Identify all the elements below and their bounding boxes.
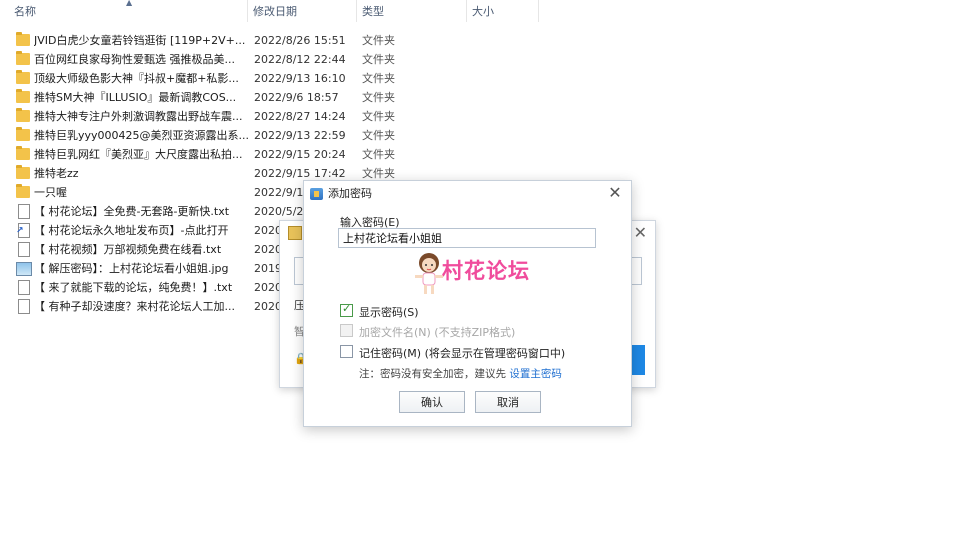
file-type: 文件夹 xyxy=(362,34,395,47)
file-name: 推特大神专注户外刺激调教露出野战车震... xyxy=(34,110,243,123)
file-name: 百位网红良家母狗性爱甄选 强推极品美... xyxy=(34,53,235,66)
folder-icon xyxy=(16,32,30,46)
folder-icon xyxy=(16,146,30,160)
folder-icon xyxy=(16,108,30,122)
file-name: 一只喔 xyxy=(34,186,67,199)
text-file-icon xyxy=(18,299,30,314)
file-name: 推特SM大神『ILLUSIO』最新调教COS... xyxy=(34,91,237,104)
archive-icon xyxy=(288,226,302,240)
show-password-checkbox[interactable] xyxy=(340,302,353,317)
logo-text: 村花论坛 xyxy=(442,259,530,283)
file-date: 2022/8/27 14:24 xyxy=(254,110,346,123)
add-password-dialog: 添加密码 ✕ 输入密码(E) 村花论坛 显示密码(S) 加密文件名(N) (不支… xyxy=(303,180,632,427)
encrypt-names-checkbox[interactable] xyxy=(340,324,353,337)
dialog-titlebar[interactable]: 添加密码 ✕ xyxy=(304,181,631,207)
cunhua-logo: 村花论坛 xyxy=(412,251,552,299)
file-date: 2022/8/12 22:44 xyxy=(254,53,346,66)
sort-up-icon: ▲ xyxy=(126,0,133,7)
file-type: 文件夹 xyxy=(362,72,395,85)
file-name: 【 来了就能下载的论坛，纯免费！】.txt xyxy=(34,281,233,294)
remember-password-checkbox[interactable] xyxy=(340,345,353,358)
file-name: 推特巨乳网红『美烈亚』大尺度露出私拍... xyxy=(34,148,243,161)
column-separator[interactable] xyxy=(247,0,248,22)
file-date: 2022/9/13 22:59 xyxy=(254,129,346,142)
password-input[interactable] xyxy=(338,228,596,248)
file-type: 文件夹 xyxy=(362,91,395,104)
column-name[interactable]: 名称 xyxy=(14,0,36,22)
encrypt-names-label: 加密文件名(N) (不支持ZIP格式) xyxy=(359,326,516,339)
file-date: 2022/9/13 16:10 xyxy=(254,72,346,85)
column-separator[interactable] xyxy=(466,0,467,22)
file-name: 【 解压密码】：上村花论坛看小姐姐.jpg xyxy=(34,262,229,275)
ok-button[interactable]: 确认 xyxy=(399,391,465,413)
folder-icon xyxy=(16,127,30,141)
column-size[interactable]: 大小 xyxy=(472,0,494,22)
remember-password-label[interactable]: 记住密码(M) (将会显示在管理密码窗口中) xyxy=(359,345,565,361)
security-note-text: 注：密码没有安全加密，建议先 xyxy=(359,368,506,380)
file-type: 文件夹 xyxy=(362,110,395,123)
folder-icon xyxy=(16,70,30,84)
dialog-title: 添加密码 xyxy=(328,187,372,200)
archive-icon xyxy=(310,188,323,200)
show-password-label[interactable]: 显示密码(S) xyxy=(359,304,419,320)
text-file-icon xyxy=(18,204,30,219)
file-name: 推特老zz xyxy=(34,167,79,180)
set-master-password-link[interactable]: 设置主密码 xyxy=(509,368,562,380)
file-date: 2022/9/6 18:57 xyxy=(254,91,339,104)
close-icon[interactable]: ✕ xyxy=(605,183,625,203)
file-date: 2022/9/15 20:24 xyxy=(254,148,346,161)
column-type[interactable]: 类型 xyxy=(362,0,384,22)
folder-icon xyxy=(16,89,30,103)
file-date: 2022/8/26 15:51 xyxy=(254,34,346,47)
file-type: 文件夹 xyxy=(362,53,395,66)
image-file-icon xyxy=(16,262,32,276)
file-name: 【 村花论坛】全免费-无套路-更新快.txt xyxy=(34,205,230,218)
security-note: 注：密码没有安全加密，建议先 设置主密码 xyxy=(359,366,562,381)
cancel-button[interactable]: 取消 xyxy=(475,391,541,413)
close-icon[interactable]: ✕ xyxy=(634,223,647,242)
column-date[interactable]: 修改日期 xyxy=(253,0,297,22)
background-primary-button[interactable] xyxy=(631,345,645,375)
file-name: JVID白虎少女童若铃铛逛街 [119P+2V+... xyxy=(34,34,246,47)
file-name: 【 村花论坛永久地址发布页】-点此打开 xyxy=(34,224,229,237)
file-name: 【 有种子却没速度？来村花论坛人工加... xyxy=(34,300,235,313)
column-separator[interactable] xyxy=(538,0,539,22)
file-type: 文件夹 xyxy=(362,129,395,142)
file-name: 推特巨乳yyy000425@美烈亚资源露出系... xyxy=(34,129,250,142)
folder-icon xyxy=(16,51,30,65)
column-separator[interactable] xyxy=(356,0,357,22)
text-file-icon xyxy=(18,242,30,257)
folder-icon xyxy=(16,165,30,179)
girl-mascot-icon xyxy=(415,253,443,294)
shortcut-icon xyxy=(16,223,30,238)
file-name: 顶级大师级色影大神『抖叔+魔都+私影... xyxy=(34,72,239,85)
folder-icon xyxy=(16,184,30,198)
file-type: 文件夹 xyxy=(362,148,395,161)
text-file-icon xyxy=(18,280,30,295)
file-name: 【 村花视频】万部视频免费在线看.txt xyxy=(34,243,222,256)
